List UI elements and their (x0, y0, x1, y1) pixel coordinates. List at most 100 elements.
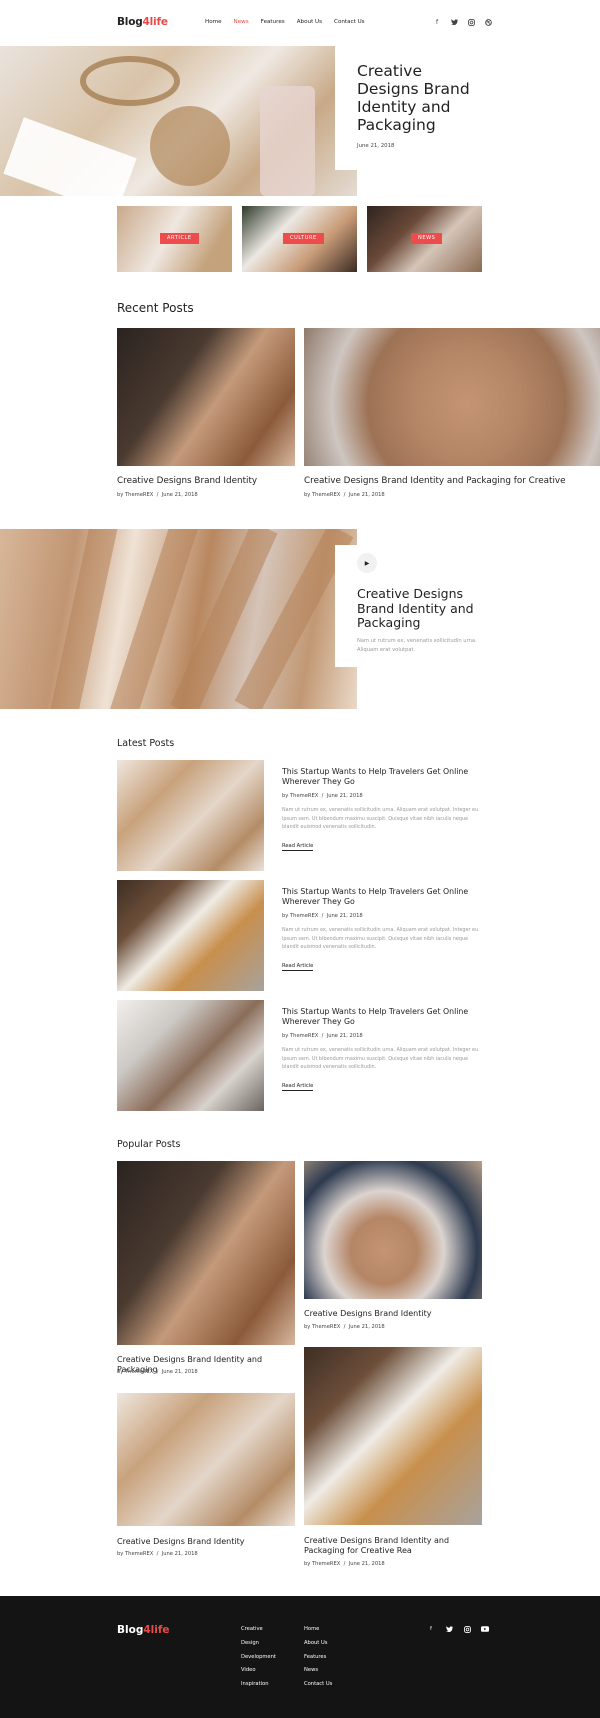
hero-card: Creative Designs Brand Identity and Pack… (335, 46, 485, 170)
footer-link[interactable]: Features (304, 1651, 332, 1665)
list-item: This Startup Wants to Help Travelers Get… (282, 887, 482, 971)
nav-home[interactable]: Home (205, 19, 222, 25)
post-author[interactable]: by ThemeREX (304, 492, 340, 498)
post-author[interactable]: by ThemeREX (304, 1561, 340, 1567)
facebook-icon[interactable]: f (433, 18, 441, 26)
post-date: June 21, 2018 (326, 1033, 363, 1039)
nav-features[interactable]: Features (261, 19, 285, 25)
post-author[interactable]: by ThemeREX (282, 913, 318, 919)
recent-posts-heading: Recent Posts (117, 301, 194, 315)
twitter-icon[interactable] (450, 18, 458, 26)
post-meta: by ThemeREX / June 21, 2018 (282, 1033, 363, 1039)
dribbble-icon[interactable] (484, 18, 492, 26)
instagram-icon[interactable] (467, 18, 475, 26)
post-author[interactable]: by ThemeREX (282, 793, 318, 799)
footer-link[interactable]: About Us (304, 1637, 332, 1651)
post-excerpt: Nam ut rutrum ex, venenatis sollicitudin… (282, 807, 479, 830)
post-meta: by ThemeREX / June 21, 2018 (282, 913, 363, 919)
nav-news[interactable]: News (234, 19, 249, 25)
post-title[interactable]: Creative Designs Brand Identity (117, 476, 257, 486)
feature-title[interactable]: Creative Designs Brand Identity and Pack… (357, 586, 485, 631)
footer-pages: Home About Us Features News Contact Us (304, 1623, 332, 1692)
post-meta: by ThemeREX / June 21, 2018 (304, 1324, 385, 1330)
youtube-icon[interactable] (481, 1625, 489, 1633)
footer-logo[interactable]: Blog4life (117, 1624, 170, 1636)
post-date: June 21, 2018 (348, 1561, 385, 1567)
list-item: This Startup Wants to Help Travelers Get… (282, 1007, 482, 1091)
footer-link[interactable]: Creative (241, 1623, 276, 1637)
post-author[interactable]: by ThemeREX (304, 1324, 340, 1330)
read-article-link[interactable]: Read Article (282, 963, 314, 971)
post-author[interactable]: by ThemeREX (117, 1369, 153, 1375)
post-image[interactable] (304, 328, 600, 466)
footer-social: f (427, 1625, 489, 1633)
post-author[interactable]: by ThemeREX (117, 1551, 153, 1557)
post-image[interactable] (117, 1393, 295, 1526)
read-article-link[interactable]: Read Article (282, 1083, 314, 1091)
footer-link[interactable]: Development (241, 1651, 276, 1665)
post-title[interactable]: Creative Designs Brand Identity and Pack… (304, 476, 566, 486)
post-date: June 21, 2018 (161, 492, 198, 498)
site-logo[interactable]: Blog4life (117, 16, 168, 28)
post-excerpt: Nam ut rutrum ex, venenatis sollicitudin… (282, 1047, 479, 1070)
twitter-icon[interactable] (445, 1625, 453, 1633)
post-title[interactable]: This Startup Wants to Help Travelers Get… (282, 887, 482, 907)
post-date: June 21, 2018 (348, 1324, 385, 1330)
site-footer (0, 1596, 600, 1718)
post-image[interactable] (304, 1161, 482, 1299)
post-image[interactable] (117, 880, 264, 991)
popular-posts-heading: Popular Posts (117, 1139, 181, 1150)
main-nav: Home News Features About Us Contact Us (205, 19, 365, 25)
post-excerpt: Nam ut rutrum ex, venenatis sollicitudin… (282, 927, 479, 950)
feature-card: ▶ Creative Designs Brand Identity and Pa… (335, 545, 485, 667)
post-author[interactable]: by ThemeREX (282, 1033, 318, 1039)
nav-about-us[interactable]: About Us (297, 19, 322, 25)
footer-link[interactable]: Contact Us (304, 1678, 332, 1692)
nav-contact-us[interactable]: Contact Us (334, 19, 365, 25)
category-badge[interactable]: CULTURE (283, 233, 324, 244)
footer-link[interactable]: News (304, 1664, 332, 1678)
read-article-link[interactable]: Read Article (282, 843, 314, 851)
hero-date: June 21, 2018 (357, 143, 395, 149)
play-icon[interactable]: ▶ (357, 553, 377, 573)
post-image[interactable] (117, 1161, 295, 1345)
post-image[interactable] (304, 1347, 482, 1525)
post-date: June 21, 2018 (326, 793, 363, 799)
post-date: June 21, 2018 (161, 1369, 198, 1375)
post-image[interactable] (117, 760, 264, 871)
logo-main-text: Blog (117, 1624, 144, 1636)
facebook-icon[interactable]: f (427, 1625, 435, 1633)
hero-title[interactable]: Creative Designs Brand Identity and Pack… (357, 62, 485, 134)
category-badge[interactable]: ARTICLE (160, 233, 199, 244)
post-meta: by ThemeREX / June 21, 2018 (304, 492, 385, 498)
footer-link[interactable]: Home (304, 1623, 332, 1637)
post-title[interactable]: This Startup Wants to Help Travelers Get… (282, 1007, 482, 1027)
logo-main-text: Blog (117, 16, 143, 28)
post-title[interactable]: Creative Designs Brand Identity and Pack… (304, 1536, 482, 1556)
post-meta: by ThemeREX / June 21, 2018 (304, 1561, 385, 1567)
post-image[interactable] (117, 328, 295, 466)
post-title[interactable]: Creative Designs Brand Identity (117, 1537, 295, 1547)
post-date: June 21, 2018 (326, 913, 363, 919)
post-title[interactable]: This Startup Wants to Help Travelers Get… (282, 767, 482, 787)
feature-image[interactable] (0, 529, 357, 709)
hero-image[interactable] (0, 46, 357, 196)
category-card-culture[interactable]: CULTURE (242, 206, 357, 272)
footer-link[interactable]: Inspiration (241, 1678, 276, 1692)
post-image[interactable] (117, 1000, 264, 1111)
footer-link[interactable]: Video (241, 1664, 276, 1678)
feature-description: Nam ut rutrum ex, venenatis sollicitudin… (357, 637, 477, 653)
logo-accent-text: 4life (143, 1624, 170, 1636)
post-meta: by ThemeREX / June 21, 2018 (117, 492, 198, 498)
post-meta: by ThemeREX / June 21, 2018 (282, 793, 363, 799)
instagram-icon[interactable] (463, 1625, 471, 1633)
category-card-news[interactable]: NEWS (367, 206, 482, 272)
category-card-article[interactable]: ARTICLE (117, 206, 232, 272)
logo-accent-text: 4life (142, 16, 168, 28)
post-date: June 21, 2018 (348, 492, 385, 498)
post-author[interactable]: by ThemeREX (117, 492, 153, 498)
category-badge[interactable]: NEWS (411, 233, 443, 244)
post-date: June 21, 2018 (161, 1551, 198, 1557)
footer-link[interactable]: Design (241, 1637, 276, 1651)
post-title[interactable]: Creative Designs Brand Identity (304, 1309, 482, 1319)
